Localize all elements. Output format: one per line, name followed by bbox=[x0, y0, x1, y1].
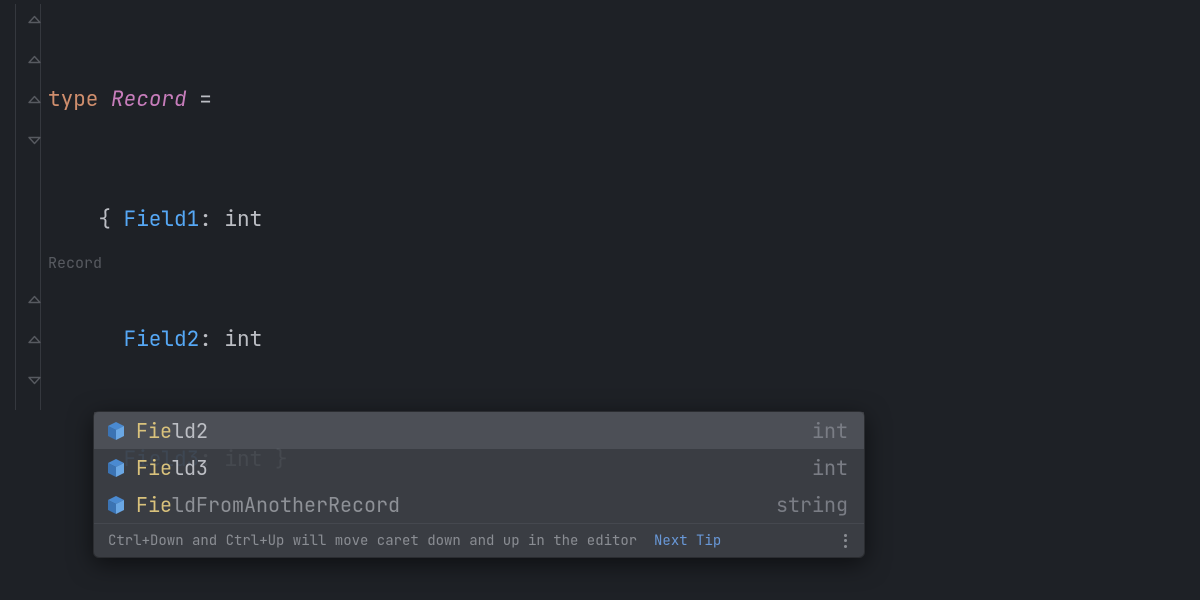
fold-marker-icon[interactable] bbox=[28, 334, 41, 347]
code-line[interactable] bbox=[48, 560, 287, 600]
field-icon bbox=[106, 495, 126, 515]
field-icon bbox=[106, 421, 126, 441]
gutter bbox=[0, 0, 44, 600]
completion-label: Field2 bbox=[136, 418, 802, 444]
completion-type: int bbox=[812, 418, 848, 444]
field-icon bbox=[106, 458, 126, 478]
fold-marker-icon[interactable] bbox=[28, 134, 41, 147]
open-brace: { bbox=[98, 206, 123, 233]
code-line[interactable]: type Record = bbox=[48, 80, 287, 120]
type-name: Record bbox=[111, 86, 187, 113]
code-editor[interactable]: type Record = { Field1: int Field2: int … bbox=[0, 0, 1200, 600]
completion-item[interactable]: Field3 int bbox=[94, 449, 864, 486]
field-name: Field2 bbox=[124, 326, 200, 353]
keyword-type: type bbox=[48, 86, 98, 113]
field-name: Field1 bbox=[124, 206, 200, 233]
inlay-hint: Record bbox=[48, 253, 102, 273]
completion-popup[interactable]: Field2 int Field3 int FieldFromAnotherRe… bbox=[93, 411, 865, 558]
fold-marker-icon[interactable] bbox=[28, 94, 41, 107]
code-line[interactable]: { Field1: int bbox=[48, 200, 287, 240]
fold-marker-icon[interactable] bbox=[28, 374, 41, 387]
completion-item[interactable]: Field2 int bbox=[94, 412, 864, 449]
field-type: : int bbox=[199, 326, 262, 353]
more-menu-icon[interactable] bbox=[836, 532, 854, 550]
tip-text: Ctrl+Down and Ctrl+Up will move caret do… bbox=[108, 532, 828, 550]
completion-label: FieldFromAnotherRecord bbox=[136, 492, 766, 518]
code-line[interactable]: Field2: int bbox=[48, 320, 287, 360]
completion-label: Field3 bbox=[136, 455, 802, 481]
fold-marker-icon[interactable] bbox=[28, 54, 41, 67]
completion-type: int bbox=[812, 455, 848, 481]
completion-type: string bbox=[776, 492, 848, 518]
completion-item[interactable]: FieldFromAnotherRecord string bbox=[94, 486, 864, 523]
completion-footer: Ctrl+Down and Ctrl+Up will move caret do… bbox=[94, 523, 864, 557]
next-tip-link[interactable]: Next Tip bbox=[654, 532, 721, 550]
fold-marker-icon[interactable] bbox=[28, 294, 41, 307]
equals: = bbox=[187, 86, 212, 113]
field-type: : int bbox=[199, 206, 262, 233]
fold-marker-icon[interactable] bbox=[28, 14, 41, 27]
